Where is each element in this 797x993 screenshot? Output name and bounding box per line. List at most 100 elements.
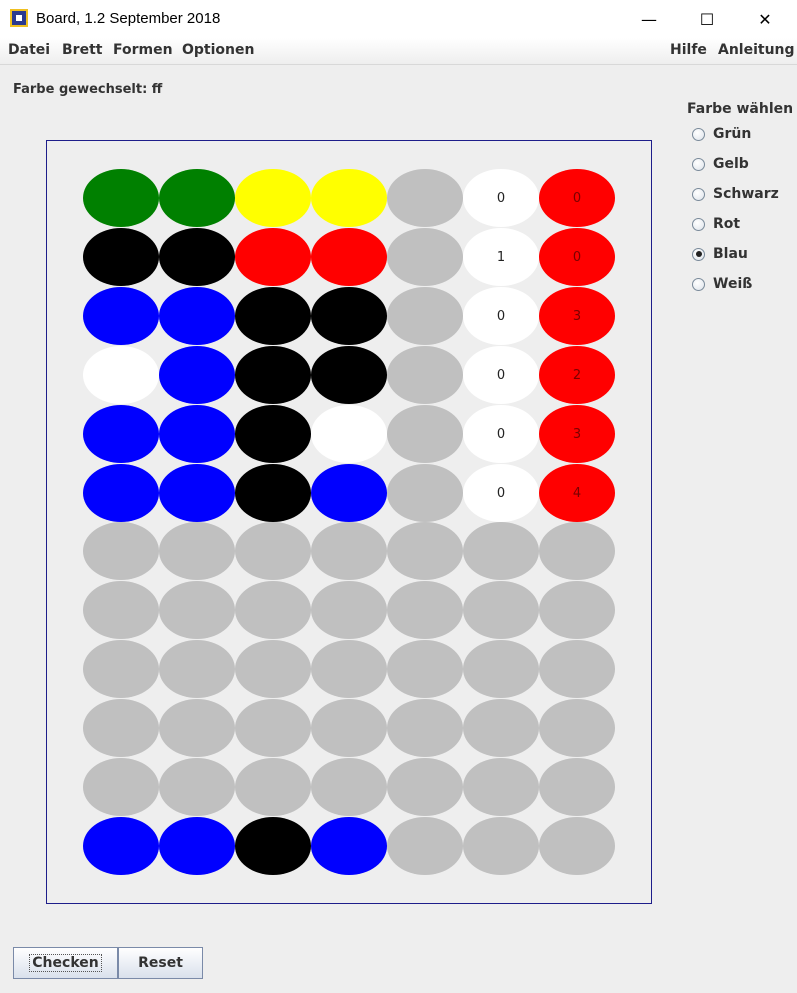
peg-slot[interactable]: [311, 346, 387, 404]
peg-slot[interactable]: [311, 405, 387, 463]
maximize-button[interactable]: ☐: [678, 0, 736, 38]
peg-slot[interactable]: [387, 640, 463, 698]
radio-option-blau[interactable]: Blau: [692, 244, 748, 264]
peg-slot[interactable]: [235, 464, 311, 522]
peg-slot[interactable]: [387, 464, 463, 522]
game-board: 001003020304: [46, 140, 652, 904]
peg-slot[interactable]: [159, 699, 235, 757]
radio-label: Rot: [713, 216, 741, 232]
hint-red-count: [539, 522, 615, 580]
peg-slot[interactable]: [159, 169, 235, 227]
peg-slot[interactable]: [159, 522, 235, 580]
hint-white-count: 0: [463, 464, 539, 522]
peg-slot[interactable]: [159, 640, 235, 698]
peg-slot[interactable]: [83, 758, 159, 816]
peg-slot[interactable]: [159, 405, 235, 463]
peg-slot[interactable]: [159, 346, 235, 404]
hint-white-count: 0: [463, 287, 539, 345]
radio-option-schwarz[interactable]: Schwarz: [692, 184, 779, 204]
radio-button[interactable]: [692, 187, 705, 201]
close-button[interactable]: ✕: [736, 0, 794, 38]
peg-slot[interactable]: [159, 228, 235, 286]
peg-slot[interactable]: [159, 464, 235, 522]
peg-slot[interactable]: [235, 405, 311, 463]
peg-slot[interactable]: [311, 228, 387, 286]
peg-slot[interactable]: [311, 522, 387, 580]
radio-button[interactable]: [692, 277, 705, 291]
peg-slot[interactable]: [387, 228, 463, 286]
menu-hilfe[interactable]: Hilfe: [670, 42, 707, 58]
peg-slot[interactable]: [387, 346, 463, 404]
peg-slot[interactable]: [83, 640, 159, 698]
hint-red-count: 3: [539, 287, 615, 345]
menu-datei[interactable]: Datei: [8, 42, 50, 58]
hint-red-count: [539, 581, 615, 639]
menu-formen[interactable]: Formen: [113, 42, 173, 58]
peg-slot[interactable]: [235, 699, 311, 757]
hint-white-count: [463, 581, 539, 639]
peg-slot[interactable]: [83, 228, 159, 286]
peg-slot[interactable]: [159, 287, 235, 345]
peg-slot[interactable]: [311, 817, 387, 875]
title-bar: Board, 1.2 September 2018 — ☐ ✕: [0, 0, 797, 38]
peg-slot[interactable]: [235, 287, 311, 345]
hint-red-count: 0: [539, 169, 615, 227]
radio-option-gruen[interactable]: Grün: [692, 124, 751, 144]
peg-slot[interactable]: [235, 228, 311, 286]
peg-slot[interactable]: [235, 640, 311, 698]
radio-button[interactable]: [692, 157, 705, 171]
peg-slot[interactable]: [387, 287, 463, 345]
hint-red-count: 3: [539, 405, 615, 463]
peg-slot[interactable]: [387, 522, 463, 580]
peg-slot[interactable]: [387, 758, 463, 816]
peg-slot[interactable]: [235, 581, 311, 639]
reset-button[interactable]: Reset: [118, 947, 203, 979]
radio-button[interactable]: [692, 127, 705, 141]
minimize-button[interactable]: —: [620, 0, 678, 38]
check-button[interactable]: Checken: [13, 947, 118, 979]
peg-slot[interactable]: [235, 817, 311, 875]
peg-slot[interactable]: [83, 169, 159, 227]
hint-white-count: [463, 758, 539, 816]
peg-slot[interactable]: [235, 169, 311, 227]
peg-slot[interactable]: [387, 405, 463, 463]
peg-slot[interactable]: [83, 464, 159, 522]
menu-optionen[interactable]: Optionen: [182, 42, 254, 58]
status-text: Farbe gewechselt: ff: [13, 82, 163, 97]
peg-slot[interactable]: [387, 581, 463, 639]
peg-slot[interactable]: [159, 581, 235, 639]
peg-slot[interactable]: [83, 699, 159, 757]
peg-slot[interactable]: [159, 758, 235, 816]
peg-slot[interactable]: [387, 169, 463, 227]
menu-anleitung[interactable]: Anleitung: [718, 42, 795, 58]
peg-slot[interactable]: [311, 640, 387, 698]
peg-slot[interactable]: [387, 817, 463, 875]
hint-red-count: 2: [539, 346, 615, 404]
hint-red-count: [539, 758, 615, 816]
peg-slot[interactable]: [311, 169, 387, 227]
radio-button-selected[interactable]: [692, 247, 705, 261]
peg-slot[interactable]: [311, 581, 387, 639]
peg-slot[interactable]: [83, 581, 159, 639]
peg-slot[interactable]: [235, 522, 311, 580]
peg-slot[interactable]: [83, 346, 159, 404]
peg-slot[interactable]: [83, 405, 159, 463]
radio-option-rot[interactable]: Rot: [692, 214, 740, 234]
peg-slot[interactable]: [311, 758, 387, 816]
radio-option-gelb[interactable]: Gelb: [692, 154, 749, 174]
peg-slot[interactable]: [159, 817, 235, 875]
peg-slot[interactable]: [235, 346, 311, 404]
menu-brett[interactable]: Brett: [62, 42, 102, 58]
peg-slot[interactable]: [311, 287, 387, 345]
peg-slot[interactable]: [311, 464, 387, 522]
peg-slot[interactable]: [83, 287, 159, 345]
color-picker-title: Farbe wählen: [687, 101, 794, 117]
peg-slot[interactable]: [235, 758, 311, 816]
radio-button[interactable]: [692, 217, 705, 231]
peg-slot[interactable]: [83, 522, 159, 580]
peg-slot[interactable]: [83, 817, 159, 875]
hint-white-count: 0: [463, 405, 539, 463]
peg-slot[interactable]: [311, 699, 387, 757]
peg-slot[interactable]: [387, 699, 463, 757]
radio-option-weiss[interactable]: Weiß: [692, 274, 752, 294]
